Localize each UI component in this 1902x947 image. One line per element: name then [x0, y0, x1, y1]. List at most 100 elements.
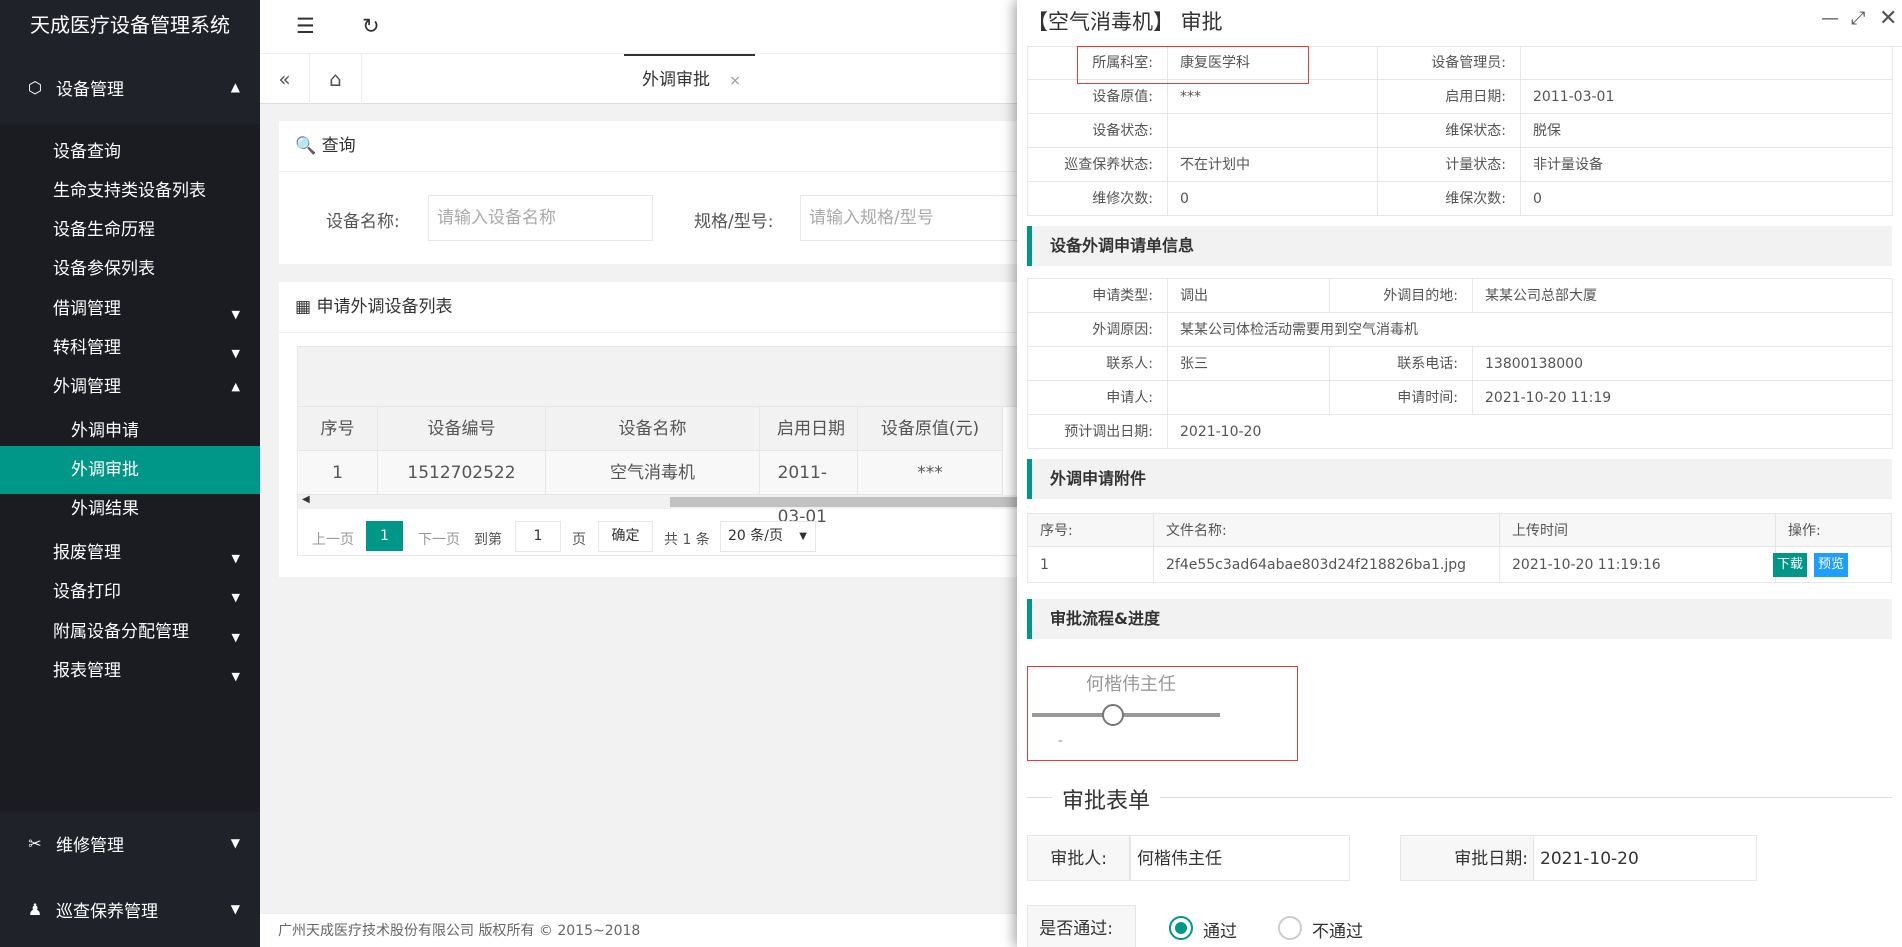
info-value: 2011-03-01 — [1521, 80, 1893, 114]
divider — [1160, 797, 1892, 798]
device-name-label: 设备名称: — [326, 212, 400, 232]
caret-up-icon: ▲ — [231, 380, 240, 393]
list-card: ▦ 申请外调设备列表 序号 设备编号 设备名称 启用日期 设备原值(元) 1 1… — [279, 282, 1039, 577]
model-input[interactable]: 请输入规格/型号 — [800, 195, 1039, 241]
table-cell: 2011-03-01 — [760, 451, 858, 527]
sidebar-item-transfer-label: 转科管理 — [53, 338, 121, 358]
apply-value: 某某公司体检活动需要用到空气消毒机 — [1168, 313, 1893, 347]
minimize-icon[interactable]: — — [1821, 8, 1839, 29]
close-icon[interactable]: ✕ — [1879, 6, 1897, 31]
info-value: 0 — [1521, 182, 1893, 216]
table-cell: 空气消毒机 — [546, 451, 760, 495]
app-root: 天成医疗设备管理系统 ⬡ 设备管理 ▲ 设备查询 生命支持类设备列表 设备生命历… — [0, 0, 1902, 947]
info-value: 不在计划中 — [1168, 148, 1378, 182]
attachment-filename: 2f4e55c3ad64abae803d24f218826ba1.jpg — [1154, 547, 1500, 583]
preview-button[interactable]: 预览 — [1814, 553, 1849, 577]
flow-approver-name: 何楷伟主任 — [1086, 674, 1176, 695]
sidebar-item-outbound-label: 外调管理 — [53, 377, 121, 397]
refresh-icon[interactable]: ↻ — [362, 14, 380, 38]
col-header-upload-time: 上传时间 — [1500, 513, 1776, 547]
info-key: 维保次数: — [1378, 182, 1521, 216]
info-key: 设备管理员: — [1378, 46, 1521, 80]
footer: 广州天成医疗技术股份有限公司 版权所有 © 2015~2018 — [260, 913, 1017, 947]
table-icon: ▦ — [295, 297, 312, 317]
horizontal-scrollbar[interactable]: ◀ — [298, 494, 1038, 509]
radio-pass-label[interactable]: 通过 — [1203, 917, 1237, 942]
col-header-code: 设备编号 — [378, 407, 546, 451]
section-attachments: 外调申请附件 — [1027, 459, 1892, 499]
info-value: 非计量设备 — [1521, 148, 1893, 182]
query-title: 🔍 查询 — [295, 121, 356, 171]
flow-status: - — [1058, 733, 1064, 749]
apply-value: 2021-10-20 11:19 — [1473, 381, 1893, 415]
close-icon[interactable]: × — [729, 57, 741, 105]
col-header-index: 序号: — [1027, 513, 1154, 547]
department-highlight-box — [1077, 46, 1309, 84]
approver-input[interactable]: 何楷伟主任 — [1130, 835, 1350, 881]
radio-reject[interactable] — [1278, 916, 1302, 940]
apply-key: 联系电话: — [1330, 347, 1473, 381]
sidebar-item-report-label: 报表管理 — [53, 661, 121, 681]
nav-equipment[interactable]: ⬡ 设备管理 ▲ — [0, 56, 260, 118]
flow-node-circle — [1102, 704, 1124, 726]
user-icon: ♟ — [27, 899, 43, 919]
scroll-left-icon[interactable]: ◀ — [302, 494, 310, 505]
col-header-index: 序号 — [298, 407, 378, 451]
info-value — [1168, 114, 1378, 148]
table-cell: *** — [858, 451, 1003, 495]
info-key: 维修次数: — [1028, 182, 1168, 216]
cube-icon: ⬡ — [28, 77, 42, 97]
info-value: 脱保 — [1521, 114, 1893, 148]
nav-equipment-label: 设备管理 — [56, 79, 124, 100]
sidebar-item-borrow-label: 借调管理 — [53, 299, 121, 319]
sidebar-item-report[interactable]: 报表管理 ▼ — [0, 647, 260, 695]
tab-outbound-approve[interactable]: 外调审批 × — [624, 54, 755, 104]
table-cell: 1 — [298, 451, 378, 495]
sidebar-item-outbound-result[interactable]: 外调结果 — [0, 485, 260, 533]
sidebar: 天成医疗设备管理系统 ⬡ 设备管理 ▲ 设备查询 生命支持类设备列表 设备生命历… — [0, 0, 260, 947]
pager-confirm-button[interactable]: 确定 — [598, 521, 653, 552]
list-title-text: 申请外调设备列表 — [316, 297, 453, 317]
caret-down-icon: ▼ — [231, 670, 240, 683]
section-approval-flow: 审批流程&进度 — [1027, 599, 1892, 639]
sidebar-item-outbound[interactable]: 外调管理 ▲ — [0, 363, 260, 411]
info-key: 设备原值: — [1028, 80, 1168, 114]
pager-goto-input[interactable]: 1 — [515, 521, 561, 552]
divider — [279, 332, 1039, 333]
approve-date-label: 审批日期: — [1400, 835, 1551, 881]
menu-collapse-icon[interactable]: ☰ — [296, 14, 315, 38]
app-logo-title: 天成医疗设备管理系统 — [0, 0, 260, 50]
pager-next[interactable]: 下一页 — [418, 529, 460, 549]
apply-key: 外调目的地: — [1330, 279, 1473, 313]
col-header-filename: 文件名称: — [1154, 513, 1500, 547]
col-header-actions: 操作: — [1776, 513, 1892, 547]
maximize-icon[interactable]: ⤢ — [1851, 8, 1865, 29]
info-value: 0 — [1168, 182, 1378, 216]
pager-size-select[interactable]: 20 条/页 ▼ — [720, 521, 816, 552]
download-button[interactable]: 下载 — [1773, 553, 1808, 577]
home-icon[interactable]: ⌂ — [310, 54, 362, 104]
approval-flow-box: 何楷伟主任 - — [1027, 666, 1298, 761]
nav-repair-label: 维修管理 — [56, 835, 124, 856]
double-chevron-left-icon[interactable]: « — [260, 54, 310, 104]
radio-reject-label[interactable]: 不通过 — [1312, 917, 1363, 942]
approve-date-input[interactable]: 2021-10-20 — [1533, 835, 1757, 881]
apply-key: 预计调出日期: — [1028, 415, 1168, 449]
radio-pass[interactable] — [1169, 916, 1193, 940]
pager-current[interactable]: 1 — [366, 521, 403, 551]
table-toolbar — [298, 347, 1038, 407]
caret-down-icon: ▼ — [230, 836, 240, 850]
apply-value: 13800138000 — [1473, 347, 1893, 381]
section-apply-info: 设备外调申请单信息 — [1027, 226, 1892, 266]
info-key: 计量状态: — [1378, 148, 1521, 182]
table-cell: 1 — [1027, 547, 1154, 583]
nav-repair[interactable]: ✂ 维修管理 ▼ — [0, 812, 260, 874]
scrollbar-thumb[interactable] — [670, 497, 1038, 507]
table-cell: 2021-10-20 11:19:16 — [1500, 547, 1776, 583]
divider — [1027, 797, 1052, 798]
device-name-input[interactable]: 请输入设备名称 — [428, 195, 653, 241]
nav-inspect[interactable]: ♟ 巡查保养管理 ▼ — [0, 878, 260, 940]
pager-prev[interactable]: 上一页 — [312, 529, 354, 549]
search-icon: 🔍 — [295, 136, 317, 156]
flow-progress-line — [1032, 713, 1220, 717]
